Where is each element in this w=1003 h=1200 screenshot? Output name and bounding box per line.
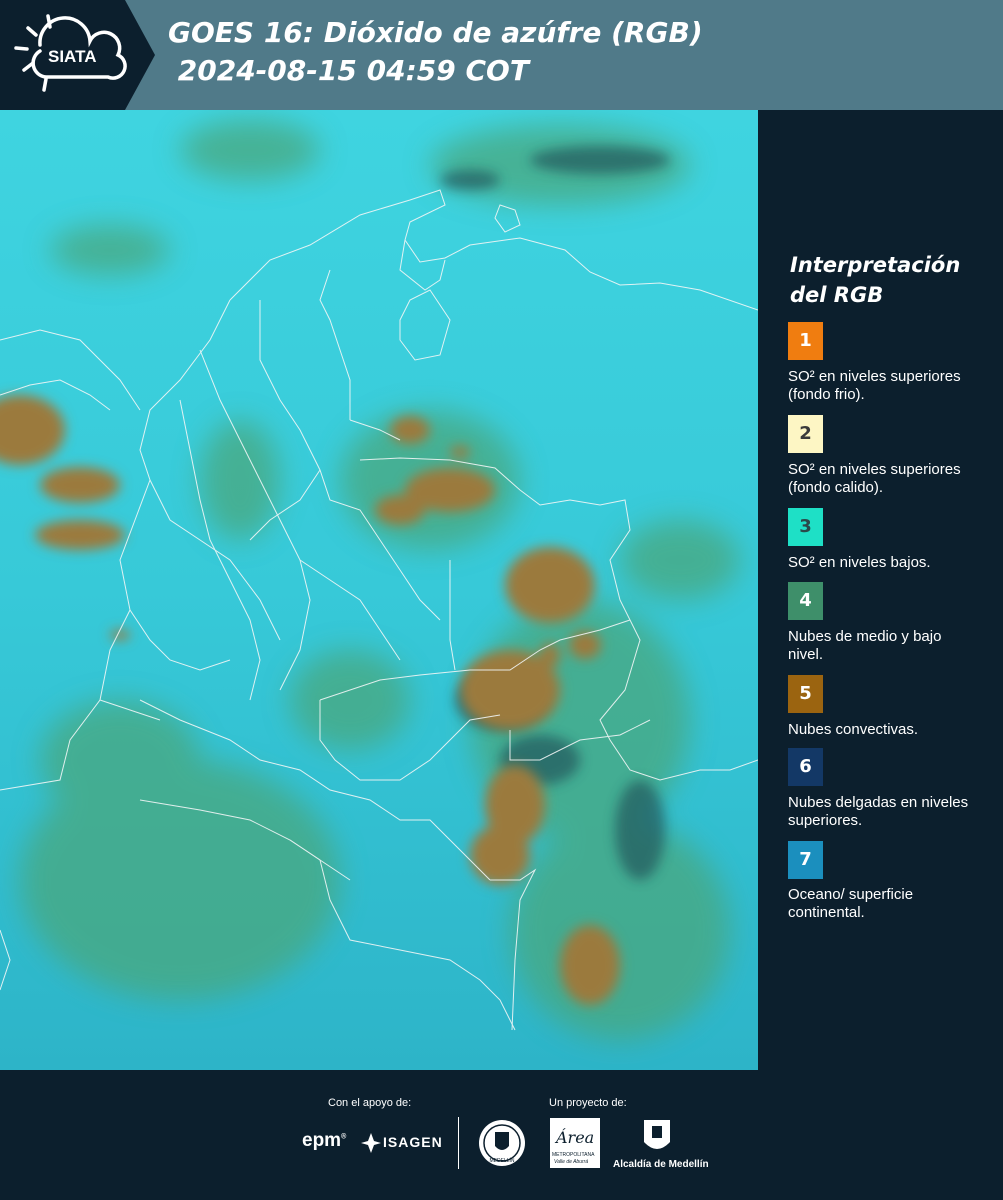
epm-logo: epm® [302,1130,347,1151]
title-timestamp: 2024-08-15 04:59 COT [168,54,529,87]
legend-swatch-2: 2 [788,415,823,453]
alcaldia-logo: Alcaldía de Medellín [613,1159,709,1170]
siata-logo: SIATA [0,0,155,110]
legend-swatch-1: 1 [788,322,823,360]
legend-swatch-number: 4 [799,590,812,611]
legend-swatch-number: 1 [799,330,812,351]
svg-text:MEDELLÍN: MEDELLÍN [489,1157,514,1164]
legend-label-6: Nubes delgadas en niveles superiores. [788,794,969,829]
footer: Con el apoyo de: Un proyecto de: epm® IS… [0,1070,1003,1200]
legend-swatch-6: 6 [788,748,823,786]
legend-label-1: SO² en niveles superiores (fondo frio). [788,368,961,403]
legend-label-5: Nubes convectivas. [788,721,919,738]
legend-label-7: Oceano/ superficie continental. [788,886,914,921]
page-title: GOES 16: Dióxido de azúfre (RGB) 2024-08… [168,14,703,90]
legend-swatch-number: 2 [799,423,812,444]
legend-title: Interpretación del RGB [790,253,961,307]
project-label: Un proyecto de: [549,1097,627,1109]
legend-label-4: Nubes de medio y bajo nivel. [788,628,942,663]
title-product: GOES 16: Dióxido de azúfre (RGB) [168,16,703,49]
isagen-logo: ISAGEN [383,1134,443,1150]
satellite-map [0,110,758,1070]
legend-swatch-4: 4 [788,582,823,620]
alcaldia-shield-icon [644,1120,670,1149]
area-metropolitana-logo: Área METROPOLITANA Valle de Aburrá [550,1118,600,1168]
legend-swatch-number: 6 [799,756,812,777]
svg-text:SIATA: SIATA [48,47,96,66]
header-bar: SIATA GOES 16: Dióxido de azúfre (RGB) 2… [0,0,1003,110]
support-label: Con el apoyo de: [328,1097,412,1109]
isagen-icon [361,1133,381,1153]
legend-swatch-number: 5 [799,683,812,704]
legend-swatch-5: 5 [788,675,823,713]
medellin-seal-icon: MEDELLÍN [479,1120,525,1166]
legend-label-2: SO² en niveles superiores (fondo calido)… [788,461,961,496]
legend-panel: Interpretación del RGB 1 SO² en niveles … [758,110,1003,1070]
footer-divider [458,1117,459,1169]
legend-swatch-3: 3 [788,508,823,546]
legend-swatch-7: 7 [788,841,823,879]
legend-label-3: SO² en niveles bajos. [788,554,931,571]
legend-swatch-number: 3 [799,516,812,537]
legend-swatch-number: 7 [799,849,812,870]
